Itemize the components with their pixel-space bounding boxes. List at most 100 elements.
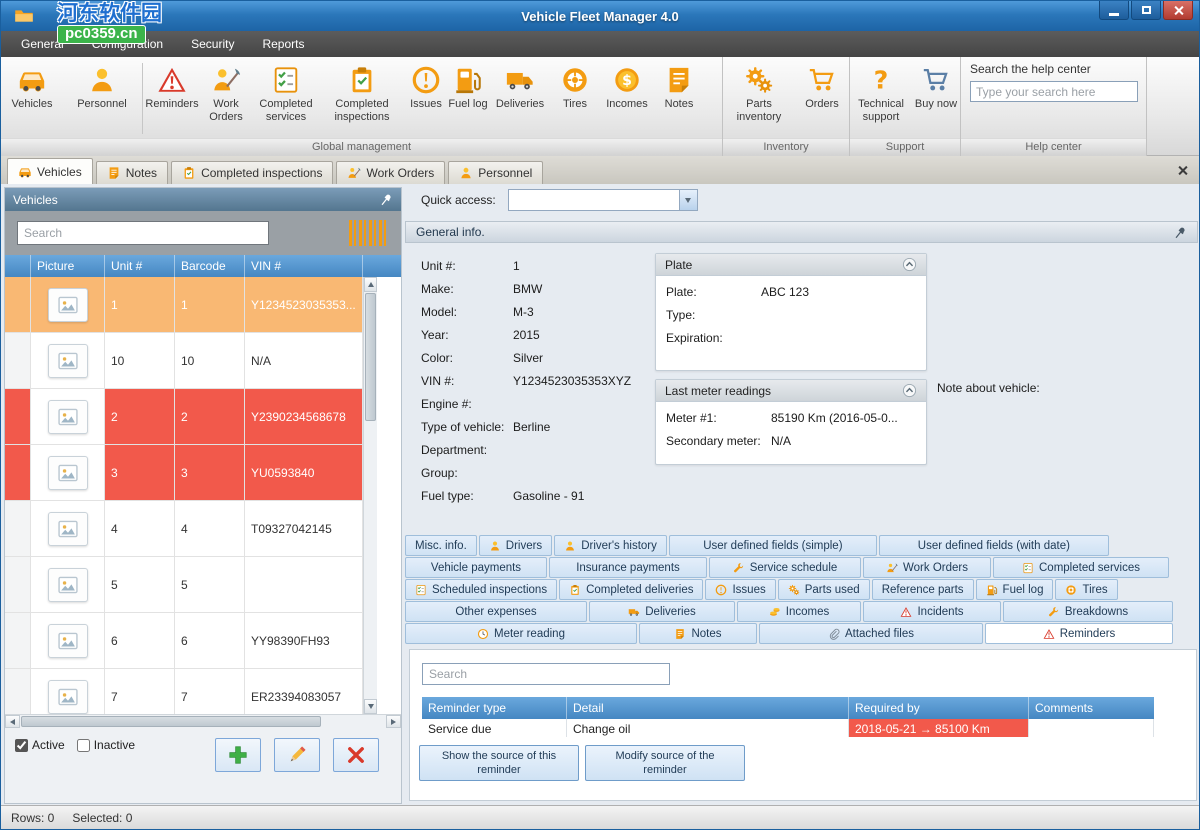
- subtab-drivers[interactable]: Drivers: [479, 535, 552, 556]
- ribbon-completed-inspections-button[interactable]: Completed inspections: [320, 61, 404, 138]
- column-comments[interactable]: Comments: [1029, 697, 1154, 719]
- arrow-left-icon: [10, 719, 15, 725]
- ribbon-notes-button[interactable]: Notes: [656, 61, 702, 138]
- subtab-parts-used[interactable]: Parts used: [778, 579, 870, 600]
- column-picture[interactable]: Picture: [31, 255, 105, 277]
- minimize-button[interactable]: [1099, 1, 1129, 20]
- scrollbar-thumb[interactable]: [365, 293, 376, 421]
- table-row[interactable]: 7 7 ER23394083057: [5, 669, 363, 714]
- subtab-scheduled-inspections[interactable]: Scheduled inspections: [405, 579, 557, 600]
- ribbon-technical-support-button[interactable]: Technical support: [850, 61, 912, 138]
- delete-vehicle-button[interactable]: [333, 738, 379, 772]
- subtab-notes[interactable]: Notes: [639, 623, 757, 644]
- scroll-up-button[interactable]: [364, 277, 377, 292]
- subtab-meter-reading[interactable]: Meter reading: [405, 623, 637, 644]
- table-row[interactable]: Service due Change oil 2018-05-21 → 8510…: [422, 719, 1154, 737]
- reminders-search-input[interactable]: [422, 663, 670, 685]
- close-button[interactable]: [1163, 1, 1193, 20]
- ribbon-reminders-button[interactable]: Reminders: [144, 61, 200, 138]
- subtab-tires[interactable]: Tires: [1055, 579, 1117, 600]
- vertical-scrollbar[interactable]: [363, 277, 377, 714]
- collapse-icon[interactable]: [902, 383, 917, 398]
- inactive-checkbox[interactable]: [77, 739, 90, 752]
- subtab-insurance-payments[interactable]: Insurance payments: [549, 557, 707, 578]
- ribbon-vehicles-button[interactable]: Vehicles: [1, 61, 63, 138]
- chevron-down-icon[interactable]: [679, 190, 697, 210]
- subtab-completed-deliveries[interactable]: Completed deliveries: [559, 579, 703, 600]
- subtab-reminders[interactable]: Reminders: [985, 623, 1173, 644]
- vehicles-search-input[interactable]: [17, 221, 269, 245]
- subtab-incomes[interactable]: Incomes: [737, 601, 861, 622]
- subtab-issues[interactable]: Issues: [705, 579, 775, 600]
- subtab-other-expenses[interactable]: Other expenses: [405, 601, 587, 622]
- table-row[interactable]: 4 4 T09327042145: [5, 501, 363, 557]
- edit-vehicle-button[interactable]: [274, 738, 320, 772]
- barcode-icon[interactable]: [349, 220, 389, 246]
- scroll-down-button[interactable]: [364, 699, 377, 714]
- maximize-button[interactable]: [1131, 1, 1161, 20]
- subtab-drivers-history[interactable]: Driver's history: [554, 535, 667, 556]
- subtab-misc-info[interactable]: Misc. info.: [405, 535, 477, 556]
- table-row[interactable]: 10 10 N/A: [5, 333, 363, 389]
- scroll-right-button[interactable]: [386, 715, 401, 728]
- column-detail[interactable]: Detail: [567, 697, 849, 719]
- active-filter[interactable]: Active: [15, 738, 65, 752]
- horizontal-scrollbar[interactable]: [5, 714, 401, 728]
- subtab-attached-files[interactable]: Attached files: [759, 623, 983, 644]
- subtab-udf-simple[interactable]: User defined fields (simple): [669, 535, 877, 556]
- table-row[interactable]: 6 6 YY98390FH93: [5, 613, 363, 669]
- tab-vehicles[interactable]: Vehicles: [7, 158, 93, 184]
- column-barcode[interactable]: Barcode: [175, 255, 245, 277]
- subtab-deliveries[interactable]: Deliveries: [589, 601, 735, 622]
- ribbon-personnel-button[interactable]: Personnel: [63, 61, 141, 138]
- tab-completed-inspections[interactable]: Completed inspections: [171, 161, 333, 184]
- column-unit[interactable]: Unit #: [105, 255, 175, 277]
- subtab-completed-services[interactable]: Completed services: [993, 557, 1169, 578]
- exclamation-icon: [411, 65, 441, 95]
- ribbon-work-orders-button[interactable]: Work Orders: [200, 61, 252, 138]
- subtab-work-orders[interactable]: Work Orders: [863, 557, 991, 578]
- ribbon-completed-services-button[interactable]: Completed services: [252, 61, 320, 138]
- subtab-fuel-log[interactable]: Fuel log: [976, 579, 1054, 600]
- scroll-left-button[interactable]: [5, 715, 20, 728]
- menu-security[interactable]: Security: [177, 31, 248, 57]
- ribbon-parts-inventory-button[interactable]: Parts inventory: [723, 61, 795, 138]
- ribbon-tires-button[interactable]: Tires: [552, 61, 598, 138]
- scrollbar-thumb[interactable]: [21, 716, 321, 727]
- ribbon-issues-button[interactable]: Issues: [404, 61, 448, 138]
- table-row[interactable]: 2 2 Y2390234568678: [5, 389, 363, 445]
- column-vin[interactable]: VIN #: [245, 255, 363, 277]
- table-row[interactable]: 1 1 Y1234523035353...: [5, 277, 363, 333]
- show-reminder-source-button[interactable]: Show the source of this reminder: [419, 745, 579, 781]
- add-vehicle-button[interactable]: [215, 738, 261, 772]
- pin-icon[interactable]: [1174, 226, 1187, 239]
- tab-notes[interactable]: Notes: [96, 161, 168, 184]
- subtab-incidents[interactable]: Incidents: [863, 601, 1001, 622]
- column-required-by[interactable]: Required by: [849, 697, 1029, 719]
- subtab-vehicle-payments[interactable]: Vehicle payments: [405, 557, 547, 578]
- ribbon-fuel-log-button[interactable]: Fuel log: [448, 61, 488, 138]
- quick-access-dropdown[interactable]: [508, 189, 698, 211]
- menu-reports[interactable]: Reports: [248, 31, 318, 57]
- pin-icon[interactable]: [380, 193, 393, 206]
- inactive-filter[interactable]: Inactive: [77, 738, 135, 752]
- ribbon-orders-button[interactable]: Orders: [795, 61, 849, 138]
- tab-work-orders[interactable]: Work Orders: [336, 161, 445, 184]
- modify-reminder-source-button[interactable]: Modify source of the reminder: [585, 745, 745, 781]
- help-search-input[interactable]: [970, 81, 1138, 102]
- subtab-reference-parts[interactable]: Reference parts: [872, 579, 974, 600]
- active-checkbox[interactable]: [15, 739, 28, 752]
- ribbon-deliveries-button[interactable]: Deliveries: [488, 61, 552, 138]
- table-row[interactable]: 5 5: [5, 557, 363, 613]
- close-document-button[interactable]: [1174, 162, 1190, 178]
- tab-personnel[interactable]: Personnel: [448, 161, 543, 184]
- subtab-service-schedule[interactable]: Service schedule: [709, 557, 861, 578]
- collapse-icon[interactable]: [902, 257, 917, 272]
- ribbon-buy-now-button[interactable]: Buy now: [912, 61, 960, 138]
- subtab-breakdowns[interactable]: Breakdowns: [1003, 601, 1173, 622]
- column-reminder-type[interactable]: Reminder type: [422, 697, 567, 719]
- field-value: 85190 Km (2016-05-0...: [771, 411, 916, 425]
- ribbon-incomes-button[interactable]: Incomes: [598, 61, 656, 138]
- table-row[interactable]: 3 3 YU0593840: [5, 445, 363, 501]
- subtab-udf-with-date[interactable]: User defined fields (with date): [879, 535, 1109, 556]
